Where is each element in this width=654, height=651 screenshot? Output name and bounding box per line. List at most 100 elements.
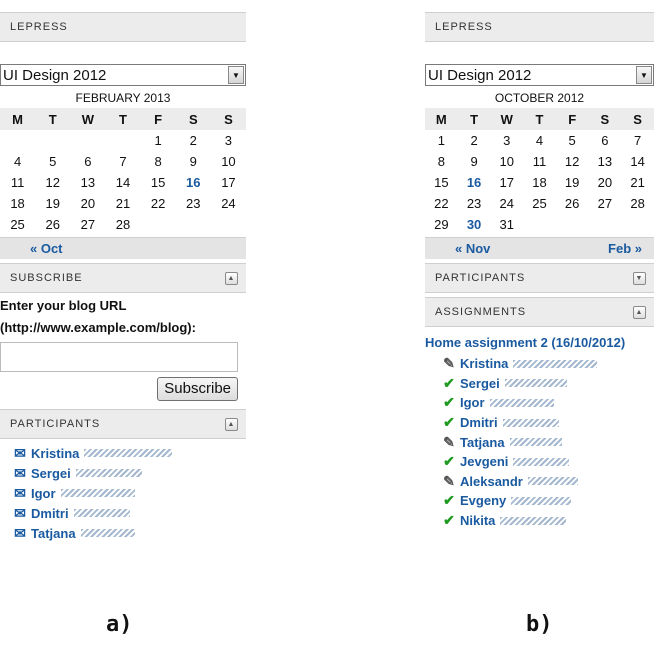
student-name[interactable]: Dmitri (460, 415, 498, 430)
calendar-day[interactable]: 21 (105, 193, 140, 214)
calendar-day[interactable]: 9 (176, 151, 211, 172)
participant-item[interactable]: ✉ Dmitri (12, 503, 246, 523)
calendar-day[interactable]: 5 (35, 151, 70, 172)
participant-name[interactable]: Sergei (31, 466, 71, 481)
calendar-day[interactable]: 5 (556, 130, 589, 151)
assignment-item[interactable]: ✔ Nikita (441, 511, 654, 531)
calendar-day[interactable]: 15 (425, 172, 458, 193)
blog-url-input[interactable] (0, 342, 238, 372)
envelope-icon[interactable]: ✉ (12, 445, 28, 462)
calendar-day[interactable]: 24 (211, 193, 246, 214)
calendar-day[interactable]: 31 (490, 214, 523, 235)
course-select[interactable]: UI Design 2012 ▼ (0, 64, 246, 86)
calendar-day[interactable]: 1 (425, 130, 458, 151)
calendar-day[interactable]: 25 (523, 193, 556, 214)
calendar-day[interactable]: 6 (589, 130, 622, 151)
calendar-day[interactable]: 17 (490, 172, 523, 193)
calendar-day[interactable]: 7 (105, 151, 140, 172)
calendar-day[interactable]: 23 (458, 193, 491, 214)
calendar-day[interactable]: 30 (458, 214, 491, 235)
calendar-day[interactable]: 17 (211, 172, 246, 193)
expand-toggle-icon[interactable]: ▼ (633, 272, 646, 285)
participant-name[interactable]: Kristina (31, 446, 79, 461)
student-name[interactable]: Kristina (460, 356, 508, 371)
calendar-day[interactable]: 1 (141, 130, 176, 151)
participant-name[interactable]: Tatjana (31, 526, 76, 541)
student-name[interactable]: Tatjana (460, 435, 505, 450)
calendar-day[interactable]: 15 (141, 172, 176, 193)
calendar-day[interactable]: 16 (176, 172, 211, 193)
envelope-icon[interactable]: ✉ (12, 485, 28, 502)
assignments-header[interactable]: ASSIGNMENTS ▲ (425, 297, 654, 327)
calendar-day[interactable]: 29 (425, 214, 458, 235)
calendar-day[interactable]: 3 (211, 130, 246, 151)
calendar-day[interactable]: 13 (70, 172, 105, 193)
dropdown-arrow-icon[interactable]: ▼ (636, 66, 652, 84)
course-select[interactable]: UI Design 2012 ▼ (425, 64, 654, 86)
student-name[interactable]: Igor (460, 395, 485, 410)
calendar-day[interactable]: 3 (490, 130, 523, 151)
calendar-day[interactable]: 27 (70, 214, 105, 235)
student-name[interactable]: Sergei (460, 376, 500, 391)
calendar-day[interactable]: 18 (523, 172, 556, 193)
participant-item[interactable]: ✉ Igor (12, 483, 246, 503)
calendar-day[interactable]: 22 (141, 193, 176, 214)
assignment-item[interactable]: ✔ Evgeny (441, 491, 654, 511)
assignment-item[interactable]: ✎ Tatjana (441, 432, 654, 452)
calendar-day[interactable]: 8 (425, 151, 458, 172)
participant-item[interactable]: ✉ Tatjana (12, 523, 246, 543)
calendar-day[interactable]: 10 (490, 151, 523, 172)
calendar-day[interactable]: 21 (621, 172, 654, 193)
calendar-day[interactable]: 18 (0, 193, 35, 214)
collapse-toggle-icon[interactable]: ▲ (225, 272, 238, 285)
calendar-day[interactable]: 27 (589, 193, 622, 214)
calendar-prev-link[interactable]: « Oct (30, 241, 63, 256)
participants-header[interactable]: PARTICIPANTS ▼ (425, 263, 654, 293)
student-name[interactable]: Nikita (460, 513, 495, 528)
calendar-day[interactable]: 14 (621, 151, 654, 172)
calendar-day[interactable]: 7 (621, 130, 654, 151)
calendar-day[interactable]: 28 (105, 214, 140, 235)
calendar-day[interactable]: 20 (70, 193, 105, 214)
assignment-item[interactable]: ✔ Igor (441, 393, 654, 413)
subscribe-header[interactable]: SUBSCRIBE ▲ (0, 263, 246, 293)
calendar-day[interactable]: 26 (556, 193, 589, 214)
assignment-item[interactable]: ✎ Kristina (441, 354, 654, 374)
assignment-item[interactable]: ✔ Sergei (441, 374, 654, 394)
student-name[interactable]: Evgeny (460, 493, 506, 508)
calendar-day[interactable]: 2 (458, 130, 491, 151)
calendar-day[interactable]: 23 (176, 193, 211, 214)
collapse-toggle-icon[interactable]: ▲ (633, 306, 646, 319)
calendar-day[interactable]: 6 (70, 151, 105, 172)
calendar-day[interactable]: 14 (105, 172, 140, 193)
participants-header[interactable]: PARTICIPANTS ▲ (0, 409, 246, 439)
calendar-day[interactable]: 19 (35, 193, 70, 214)
calendar-day[interactable]: 20 (589, 172, 622, 193)
calendar-day[interactable]: 28 (621, 193, 654, 214)
calendar-day[interactable]: 9 (458, 151, 491, 172)
assignment-item[interactable]: ✎ Aleksandr (441, 472, 654, 492)
calendar-day[interactable]: 12 (35, 172, 70, 193)
participant-name[interactable]: Dmitri (31, 506, 69, 521)
subscribe-button[interactable]: Subscribe (157, 377, 238, 401)
calendar-day[interactable]: 12 (556, 151, 589, 172)
calendar-day[interactable]: 2 (176, 130, 211, 151)
student-name[interactable]: Aleksandr (460, 474, 523, 489)
calendar-day[interactable]: 11 (523, 151, 556, 172)
dropdown-arrow-icon[interactable]: ▼ (228, 66, 244, 84)
envelope-icon[interactable]: ✉ (12, 465, 28, 482)
participant-name[interactable]: Igor (31, 486, 56, 501)
calendar-day[interactable]: 4 (523, 130, 556, 151)
envelope-icon[interactable]: ✉ (12, 505, 28, 522)
collapse-toggle-icon[interactable]: ▲ (225, 418, 238, 431)
calendar-day[interactable]: 4 (0, 151, 35, 172)
calendar-day[interactable]: 16 (458, 172, 491, 193)
calendar-prev-link[interactable]: « Nov (455, 241, 490, 256)
calendar-next-link[interactable]: Feb » (608, 241, 642, 256)
calendar-day[interactable]: 26 (35, 214, 70, 235)
calendar-day[interactable]: 19 (556, 172, 589, 193)
calendar-day[interactable]: 22 (425, 193, 458, 214)
student-name[interactable]: Jevgeni (460, 454, 508, 469)
calendar-day[interactable]: 10 (211, 151, 246, 172)
participant-item[interactable]: ✉ Kristina (12, 443, 246, 463)
